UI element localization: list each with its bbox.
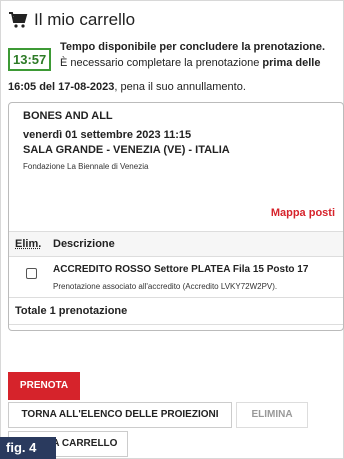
total-label: Totale 1 prenotazione xyxy=(15,305,128,317)
table-total: Totale 1 prenotazione xyxy=(9,298,343,325)
ticket-detail: Prenotazione associato all'accredito (Ac… xyxy=(53,282,278,291)
page-title: Il mio carrello xyxy=(34,10,136,29)
column-delete: Elim. xyxy=(15,238,42,250)
timer-message: Tempo disponibile per concludere la pren… xyxy=(60,41,326,53)
back-to-screenings-button[interactable]: TORNA ALL'ELENCO DELLE PROIEZIONI xyxy=(8,402,232,428)
timer-line2-prefix: È necessario completare la prenotazione xyxy=(60,57,263,69)
delete-checkbox[interactable] xyxy=(26,268,37,279)
deadline-datetime: 16:05 del 17-08-2023 xyxy=(8,81,115,93)
table-row: ACCREDITO ROSSO Settore PLATEA Fila 15 P… xyxy=(9,257,343,298)
event-date: venerdì 01 settembre 2023 11:15 xyxy=(23,129,192,141)
event-title: BONES AND ALL xyxy=(23,110,113,122)
timer-line3-suffix: , pena il suo annullamento. xyxy=(114,81,246,93)
ticket-description: ACCREDITO ROSSO Settore PLATEA Fila 15 P… xyxy=(53,264,309,275)
figure-label: fig. 4 xyxy=(0,437,56,459)
countdown-timer: 13:57 xyxy=(8,48,52,71)
booking-table: Elim. Descrizione ACCREDITO ROSSO Settor… xyxy=(9,231,343,325)
column-description: Descrizione xyxy=(53,238,115,250)
event-venue: SALA GRANDE - VENEZIA (VE) - ITALIA xyxy=(23,144,230,156)
table-header: Elim. Descrizione xyxy=(9,231,343,257)
timer-line2-bold: prima delle xyxy=(262,57,321,69)
shopping-cart-icon xyxy=(8,11,28,29)
cart-header: Il mio carrello xyxy=(8,10,135,30)
timer-deadline-time: 16:05 del 17-08-2023, pena il suo annull… xyxy=(8,81,246,93)
timer-deadline-text: È necessario completare la prenotazione … xyxy=(60,57,320,69)
event-organizer: Fondazione La Biennale di Venezia xyxy=(23,162,149,171)
book-button[interactable]: PRENOTA xyxy=(8,372,80,400)
delete-button[interactable]: ELIMINA xyxy=(236,402,308,428)
booking-card: BONES AND ALL venerdì 01 settembre 2023 … xyxy=(8,102,344,331)
seat-map-link[interactable]: Mappa posti xyxy=(271,207,335,219)
